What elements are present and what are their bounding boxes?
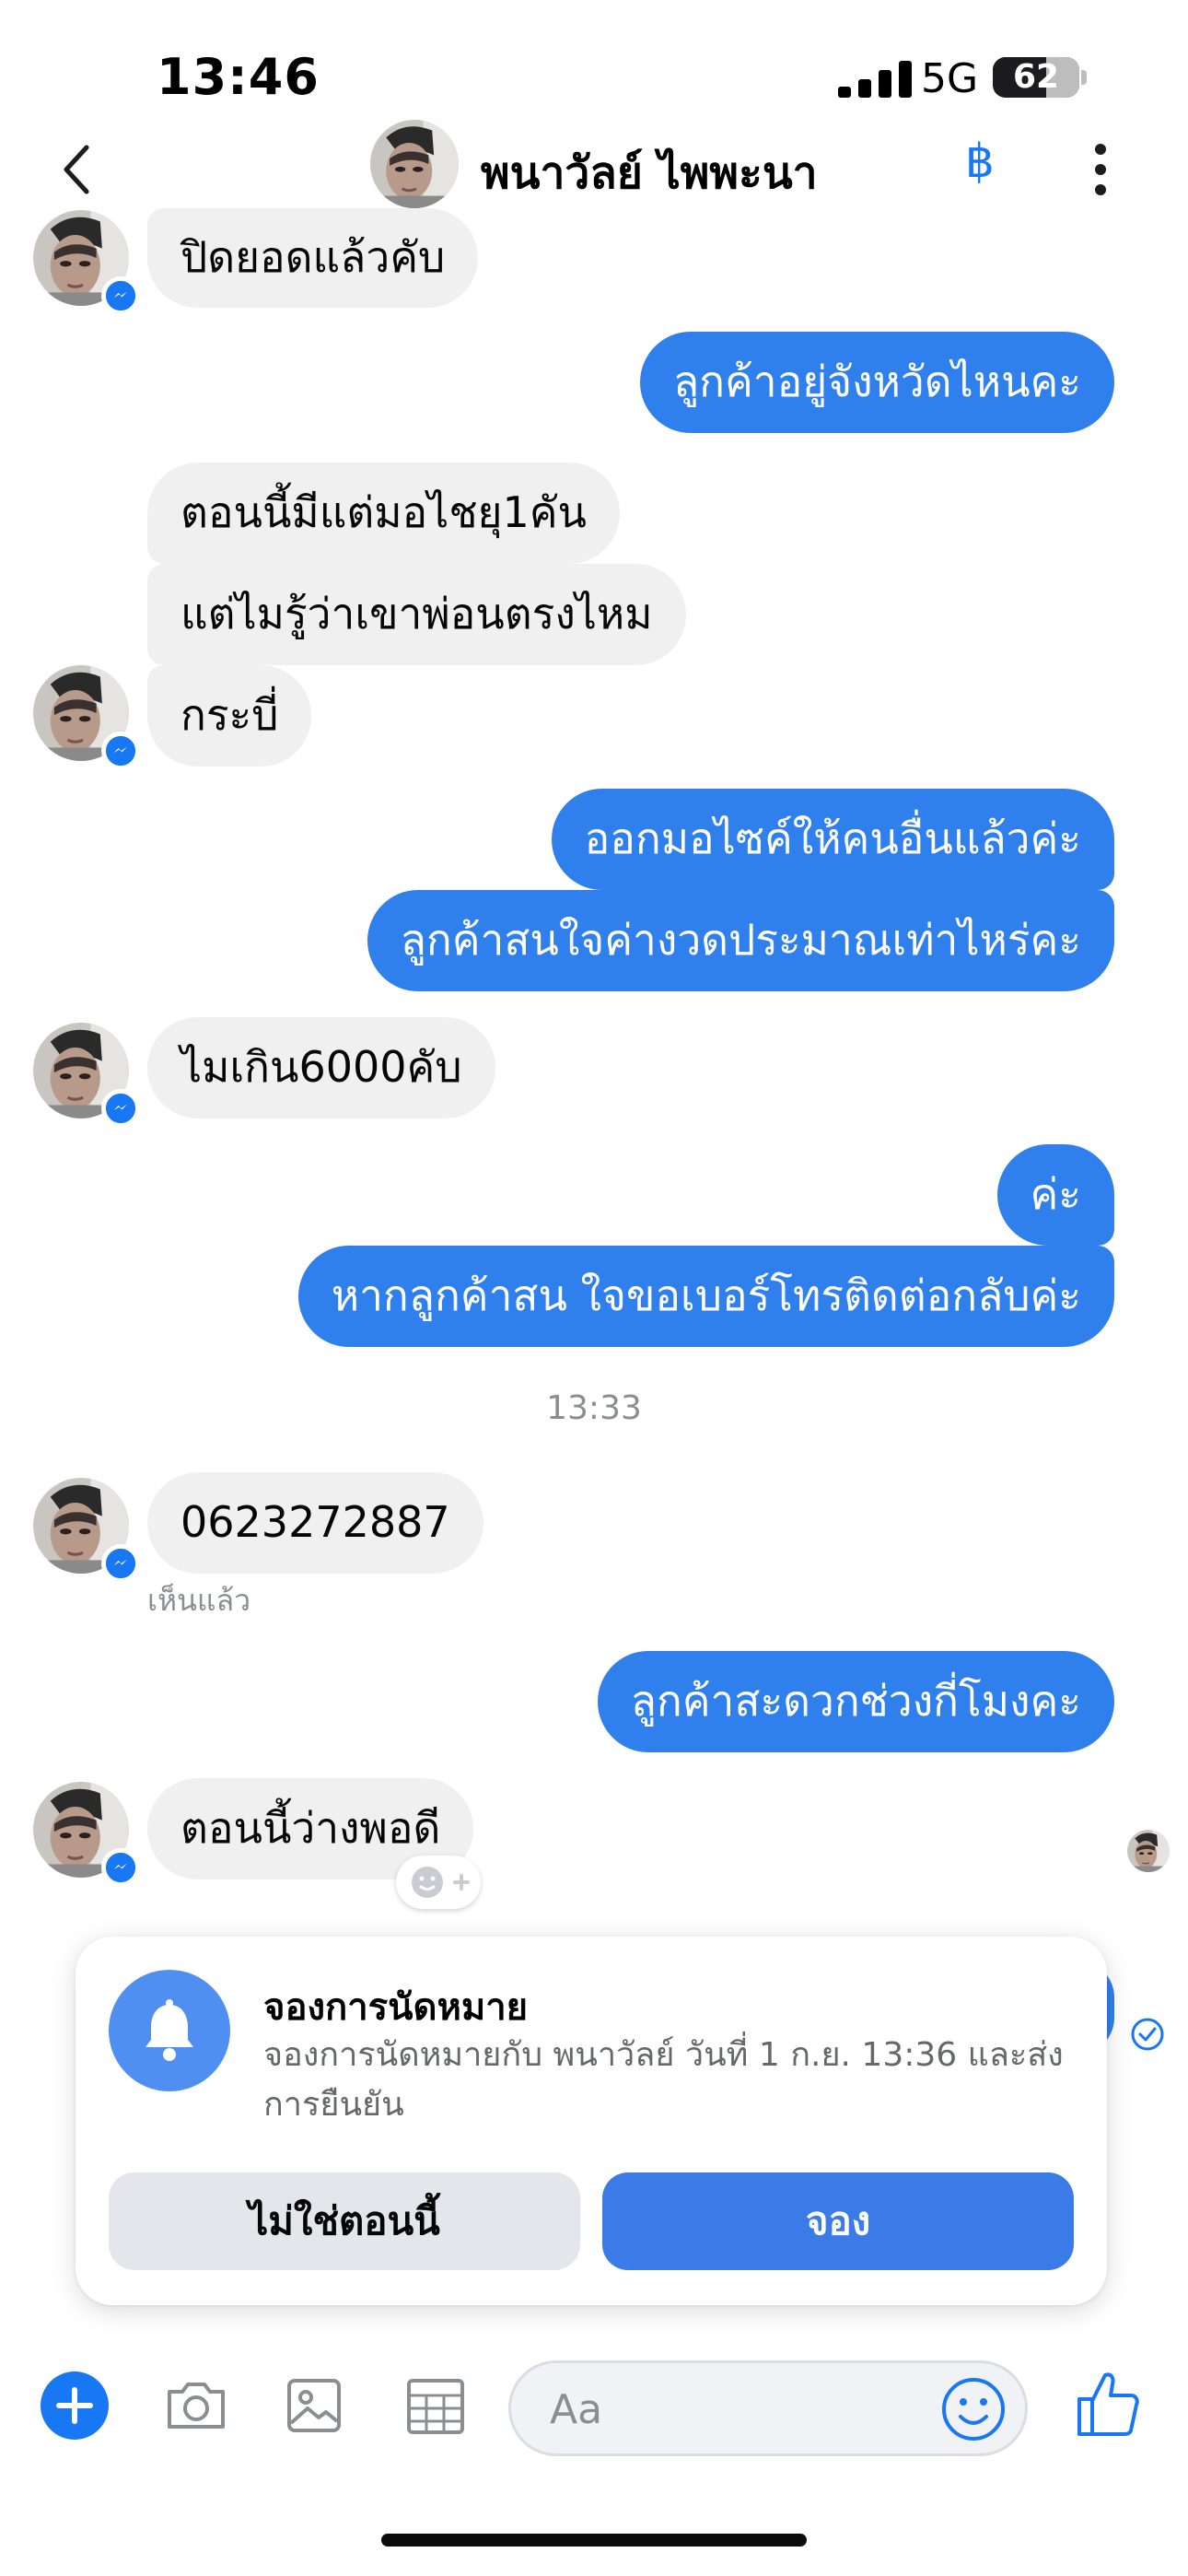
message-composer	[0, 2340, 1188, 2469]
message-input-field[interactable]	[508, 2360, 1028, 2456]
book-button[interactable]: จอง	[602, 2172, 1074, 2270]
message-bubble-outgoing[interactable]: ค่ะ	[996, 1144, 1114, 1246]
sender-avatar[interactable]	[33, 1023, 140, 1128]
message-bubble-incoming[interactable]: ตอนนี้มีแต่มอไชยุ1คัน	[147, 463, 620, 564]
chat-header: พนาวัลย์ ไพพะนา ฿	[0, 120, 1188, 221]
sender-avatar[interactable]	[33, 665, 140, 770]
emoji-icon[interactable]	[938, 2374, 1008, 2444]
message-bubble-incoming[interactable]: ไมเกิน6000คับ	[147, 1017, 495, 1118]
calendar-icon[interactable]	[400, 2370, 472, 2441]
baht-icon[interactable]: ฿	[965, 135, 995, 188]
message-bubble-incoming[interactable]: ปิดยอดแล้วคับ	[147, 208, 479, 308]
messenger-badge-icon	[101, 732, 140, 770]
message-bubble-incoming[interactable]: กระบี่	[147, 665, 312, 767]
message-bubble-outgoing[interactable]: ลูกค้าอยู่จังหวัดไหนคะ	[639, 332, 1114, 433]
sender-avatar[interactable]	[33, 1782, 140, 1887]
contact-name[interactable]: พนาวัลย์ ไพพะนา	[481, 138, 818, 208]
camera-icon[interactable]	[160, 2370, 232, 2441]
reaction-add-icon	[412, 1867, 470, 1898]
message-bubble-outgoing[interactable]: ออกมอไซค์ให้คนอื่นแล้วค่ะ	[551, 789, 1114, 890]
sender-avatar[interactable]	[33, 1478, 140, 1583]
message-bubble-incoming[interactable]: 0623272887	[147, 1472, 483, 1574]
signal-icon	[838, 61, 912, 98]
message-bubble-incoming[interactable]: แต่ไมรู้ว่าเขาพ่อนตรงไหม	[147, 564, 686, 665]
timestamp: 13:33	[546, 1389, 642, 1427]
back-icon[interactable]	[59, 142, 96, 197]
network-type: 5G	[921, 55, 979, 102]
battery-icon: 62	[993, 57, 1079, 98]
battery-cap	[1081, 70, 1087, 85]
status-bar: 13:46 5G 62	[0, 0, 1188, 129]
appointment-reminder-card: จองการนัดหมาย จองการนัดหมายกับ พนาวัลย์ …	[76, 1937, 1107, 2305]
seen-by-avatar	[1127, 1830, 1170, 1872]
messenger-badge-icon	[101, 276, 140, 315]
plus-icon	[56, 2387, 93, 2424]
card-title: จองการนัดหมาย	[263, 1986, 529, 2029]
message-bubble-outgoing[interactable]: ลูกค้าสนใจค่างวดประมาณเท่าไหร่คะ	[367, 890, 1114, 991]
messenger-badge-icon	[101, 1848, 140, 1887]
message-bubble-outgoing[interactable]: ลูกค้าสะดวกช่วงกี่โมงคะ	[597, 1651, 1114, 1752]
messenger-badge-icon	[101, 1089, 140, 1128]
seen-label: เห็นแล้ว	[147, 1583, 251, 1618]
like-icon[interactable]	[1074, 2366, 1140, 2440]
bell-icon	[146, 1999, 193, 2061]
not-now-button[interactable]: ไม่ใช่ตอนนี้	[109, 2172, 580, 2270]
battery-percent: 62	[1012, 58, 1060, 96]
message-input[interactable]	[548, 2363, 938, 2455]
image-icon[interactable]	[278, 2370, 350, 2441]
message-bubble-outgoing[interactable]: หากลูกค้าสน ใจขอเบอร์โทรติดต่อกลับค่ะ	[297, 1246, 1114, 1347]
home-indicator	[381, 2534, 807, 2547]
sender-avatar[interactable]	[33, 210, 140, 315]
messenger-badge-icon	[101, 1544, 140, 1583]
bell-icon-badge	[109, 1970, 230, 2091]
more-icon[interactable]	[1087, 140, 1114, 199]
plus-button[interactable]	[41, 2371, 109, 2440]
card-body: จองการนัดหมายกับ พนาวัลย์ วันที่ 1 ก.ย. …	[263, 2036, 1064, 2124]
contact-avatar[interactable]	[370, 120, 459, 208]
sent-check-icon	[1131, 2018, 1164, 2051]
reaction-add-button[interactable]	[396, 1856, 481, 1909]
status-time: 13:46	[157, 48, 320, 106]
